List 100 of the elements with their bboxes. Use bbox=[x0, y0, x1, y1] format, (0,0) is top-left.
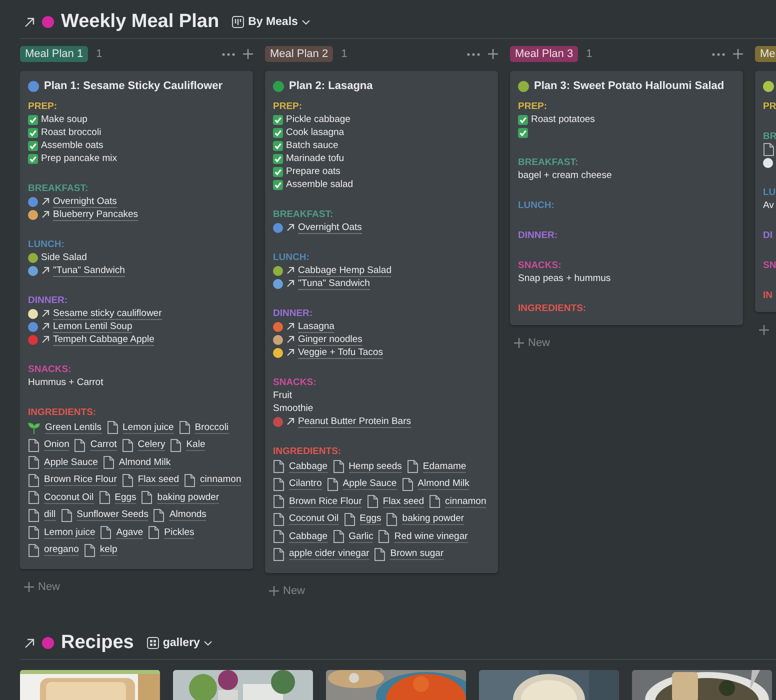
ingredient-link[interactable]: Brown Rice Flour bbox=[289, 496, 362, 508]
ingredient-link[interactable]: Red wine vinegar bbox=[394, 530, 468, 543]
item-text: Av bbox=[763, 199, 774, 212]
ingredient-link[interactable]: baking powder bbox=[402, 513, 464, 526]
ingredient-link[interactable]: dill bbox=[44, 509, 56, 522]
ingredient-link[interactable]: Edamame bbox=[422, 460, 466, 473]
section-label: PREP: bbox=[28, 100, 58, 113]
ingredient-link[interactable]: Brown Rice Flour bbox=[44, 474, 117, 486]
page-link[interactable]: Ginger noodles bbox=[298, 334, 362, 346]
ingredient-link[interactable]: cinnamon bbox=[445, 496, 486, 508]
document-icon bbox=[122, 474, 133, 487]
document-icon bbox=[28, 508, 39, 522]
ingredient-link[interactable]: kelp bbox=[100, 544, 118, 556]
ingredient-link[interactable]: Cabbage bbox=[289, 460, 328, 473]
ingredient-link[interactable]: Pickles bbox=[164, 526, 194, 539]
checkbox-icon bbox=[273, 128, 283, 138]
ingredient-link[interactable]: Eggs bbox=[360, 513, 382, 526]
ingredient-link[interactable]: Almond Milk bbox=[418, 478, 470, 490]
document-icon bbox=[60, 508, 72, 522]
ingredient-link[interactable]: Carrot bbox=[90, 439, 117, 452]
document-icon bbox=[153, 508, 164, 522]
ingredient-link[interactable]: Sunflower Seeds bbox=[76, 509, 148, 522]
page-link[interactable]: Overnight Oats bbox=[53, 196, 117, 208]
ingredient-link[interactable]: Almond Milk bbox=[118, 456, 171, 469]
page-title: Recipes bbox=[61, 632, 134, 654]
view-switcher[interactable]: gallery bbox=[146, 637, 212, 649]
checkbox-icon bbox=[28, 154, 38, 164]
task-text: Cook lasagna bbox=[286, 126, 344, 139]
group-tag: Meal Plan 1 bbox=[20, 46, 88, 62]
page-link[interactable]: Blueberry Pancakes bbox=[53, 208, 138, 220]
ingredient-link[interactable]: Kale bbox=[186, 439, 206, 452]
view-switcher[interactable]: By Meals bbox=[232, 16, 310, 28]
page-link[interactable]: Peanut Butter Protein Bars bbox=[298, 416, 412, 428]
page-link[interactable]: Lemon Lentil Soup bbox=[53, 320, 132, 332]
ingredient-link[interactable]: cinnamon bbox=[200, 474, 242, 486]
ingredient-link[interactable]: Agave bbox=[116, 526, 144, 539]
ingredient-link[interactable]: Brown sugar bbox=[390, 548, 444, 560]
plus-icon bbox=[24, 582, 34, 592]
section-label: LUNCH: bbox=[518, 199, 556, 212]
add-button[interactable] bbox=[733, 49, 743, 59]
ingredient-link[interactable]: Coconut Oil bbox=[289, 513, 339, 526]
task-text: Roast broccoli bbox=[41, 126, 102, 139]
page-link[interactable]: Overnight Oats bbox=[298, 222, 362, 234]
document-icon bbox=[28, 491, 39, 504]
ingredient-link[interactable]: Hemp seeds bbox=[348, 460, 402, 473]
section-label: DINNER: bbox=[28, 294, 69, 307]
add-button[interactable] bbox=[488, 49, 498, 59]
document-icon bbox=[273, 460, 284, 474]
ingredient-link[interactable]: Broccoli bbox=[194, 422, 229, 434]
page-title: Weekly Meal Plan bbox=[61, 11, 220, 33]
ingredient-link[interactable]: Celery bbox=[138, 439, 166, 452]
arrow-icon bbox=[286, 266, 295, 275]
ingredient-link[interactable]: apple cider vinegar bbox=[289, 548, 370, 560]
ingredient-link[interactable]: Onion bbox=[44, 439, 70, 452]
document-icon bbox=[273, 548, 284, 561]
document-icon bbox=[406, 460, 418, 474]
ingredient-link[interactable]: Garlic bbox=[348, 530, 374, 543]
board-card[interactable]: Plan 3: Sweet Potato Halloumi Salad PREP: Roast potatoes BREAKFAST: bagel + cream cheese LUNCH: DINNER: SNACKS: Snap peas + hummus INGREDIENTS: bbox=[510, 71, 743, 325]
section-label: SNACKS: bbox=[273, 376, 318, 389]
page-link[interactable]: "Tuna" Sandwich bbox=[53, 264, 125, 276]
board-card[interactable] bbox=[265, 71, 498, 573]
ingredient-link[interactable]: Apple Sauce bbox=[44, 456, 98, 469]
page-link[interactable]: Lasagna bbox=[298, 320, 334, 332]
ingredient-link[interactable]: Apple Sauce bbox=[342, 478, 397, 490]
card-title: Plan 1: Sesame Sticky Cauliflower bbox=[44, 80, 223, 92]
add-button[interactable] bbox=[243, 49, 253, 59]
arrow-icon bbox=[286, 223, 295, 232]
arrow-icon bbox=[41, 309, 50, 318]
ingredient-link[interactable]: Eggs bbox=[114, 492, 136, 504]
page-link[interactable]: Sesame sticky cauliflower bbox=[53, 308, 162, 320]
ingredient-link[interactable]: Coconut Oil bbox=[44, 492, 94, 504]
checkbox-icon bbox=[28, 128, 38, 138]
ingredient-link[interactable]: Almonds bbox=[169, 509, 206, 522]
more-button[interactable] bbox=[222, 52, 235, 56]
open-arrow-icon[interactable] bbox=[24, 638, 35, 648]
ingredient-link[interactable]: Lemon juice bbox=[122, 422, 174, 434]
arrow-icon bbox=[286, 279, 295, 288]
checkbox-icon bbox=[28, 114, 38, 124]
arrow-icon bbox=[286, 335, 295, 344]
page-link[interactable]: Tempeh Cabbage Apple bbox=[53, 334, 154, 346]
ingredient-link[interactable]: Cilantro bbox=[289, 478, 322, 490]
ingredient-link[interactable]: Lemon juice bbox=[44, 526, 96, 539]
page-link[interactable]: Veggie + Tofu Tacos bbox=[298, 346, 383, 358]
ingredient-link[interactable]: baking powder bbox=[157, 492, 220, 504]
ingredient-link[interactable]: Flax seed bbox=[382, 496, 424, 508]
ingredient-link[interactable]: Green Lentils bbox=[45, 422, 102, 434]
document-icon bbox=[28, 438, 39, 452]
page-link[interactable]: Cabbage Hemp Salad bbox=[298, 264, 392, 276]
open-arrow-icon[interactable] bbox=[24, 16, 35, 28]
arrow-icon bbox=[41, 210, 50, 219]
ingredient-link[interactable]: oregano bbox=[44, 544, 79, 556]
page-link[interactable]: "Tuna" Sandwich bbox=[298, 278, 370, 290]
document-icon bbox=[332, 460, 344, 474]
board-card[interactable] bbox=[20, 71, 253, 569]
ingredient-link[interactable]: Cabbage bbox=[289, 530, 328, 543]
more-button[interactable] bbox=[467, 52, 480, 56]
item-text: Smoothie bbox=[273, 402, 314, 415]
ingredient-link[interactable]: Flax seed bbox=[138, 474, 180, 486]
arrow-icon bbox=[286, 322, 295, 331]
more-button[interactable] bbox=[712, 52, 725, 56]
